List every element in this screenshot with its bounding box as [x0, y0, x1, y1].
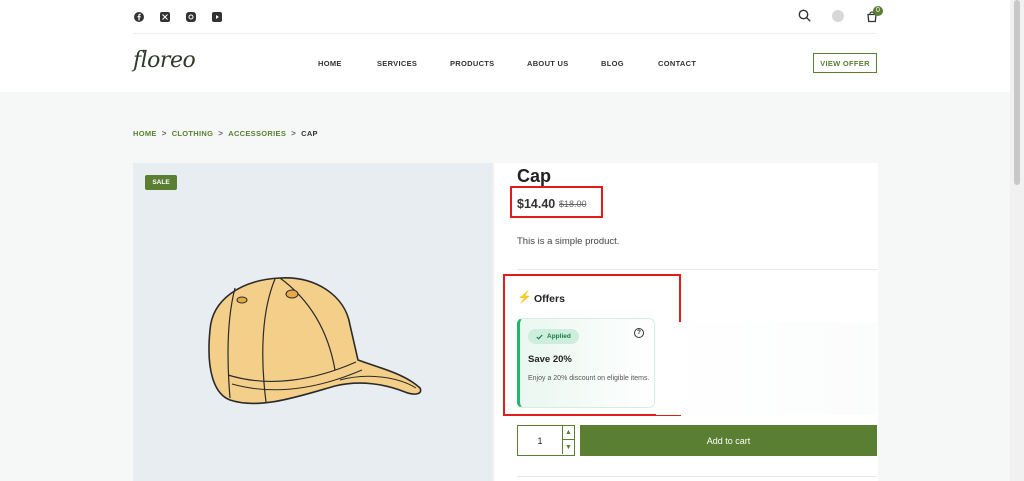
lightning-icon: ⚡	[517, 290, 532, 304]
summary-divider	[517, 269, 877, 270]
breadcrumb-clothing[interactable]: CLOTHING	[172, 129, 214, 138]
sale-badge: SALE	[145, 175, 177, 190]
menu-item-services[interactable]: SERVICES	[377, 59, 450, 68]
quantity-increase-icon[interactable]: ▲	[562, 426, 574, 440]
product-short-description: This is a simple product.	[517, 236, 620, 247]
check-icon	[536, 334, 543, 340]
menu-item-about-us[interactable]: ABOUT US	[527, 59, 601, 68]
menu-item-products[interactable]: PRODUCTS	[450, 59, 527, 68]
header-actions: 0	[0, 0, 1024, 34]
breadcrumb-current: CAP	[301, 129, 318, 138]
offers-heading: Offers	[534, 293, 565, 305]
cart-count-badge: 0	[873, 6, 883, 16]
offer-title: Save 20%	[528, 354, 572, 365]
menu-item-home[interactable]: HOME	[318, 59, 377, 68]
view-offer-button[interactable]: VIEW OFFER	[813, 53, 877, 73]
scrollbar-thumb[interactable]	[1014, 0, 1020, 185]
offers-carousel-track	[656, 322, 877, 415]
breadcrumb-separator: >	[291, 129, 297, 138]
site-logo[interactable]: floreo	[133, 48, 196, 73]
breadcrumb-home[interactable]: HOME	[133, 129, 157, 138]
quantity-stepper[interactable]: 1 ▲ ▼	[517, 425, 575, 456]
product-image-cap[interactable]	[200, 270, 425, 415]
search-icon[interactable]	[798, 9, 811, 27]
applied-badge: Applied	[528, 329, 579, 344]
help-icon[interactable]: ?	[634, 328, 644, 338]
quantity-input[interactable]: 1	[518, 426, 562, 455]
menu-item-contact[interactable]: CONTACT	[658, 59, 696, 68]
breadcrumb-separator: >	[161, 129, 167, 138]
form-divider	[517, 476, 877, 477]
quantity-decrease-icon[interactable]: ▼	[562, 440, 574, 454]
menu-item-blog[interactable]: BLOG	[601, 59, 658, 68]
breadcrumb-accessories[interactable]: ACCESSORIES	[228, 129, 286, 138]
user-avatar-icon[interactable]	[832, 10, 844, 22]
breadcrumb: HOME > CLOTHING > ACCESSORIES > CAP	[133, 129, 318, 138]
breadcrumb-separator: >	[218, 129, 224, 138]
product-old-price: $18.00	[559, 199, 587, 209]
applied-label: Applied	[547, 333, 571, 340]
add-to-cart-button[interactable]: Add to cart	[580, 425, 877, 456]
main-menu: HOME SERVICES PRODUCTS ABOUT US BLOG CON…	[318, 59, 696, 68]
product-price: $14.40	[517, 197, 556, 211]
offer-description: Enjoy a 20% discount on eligible items.	[528, 375, 650, 382]
product-title: Cap	[517, 166, 552, 186]
